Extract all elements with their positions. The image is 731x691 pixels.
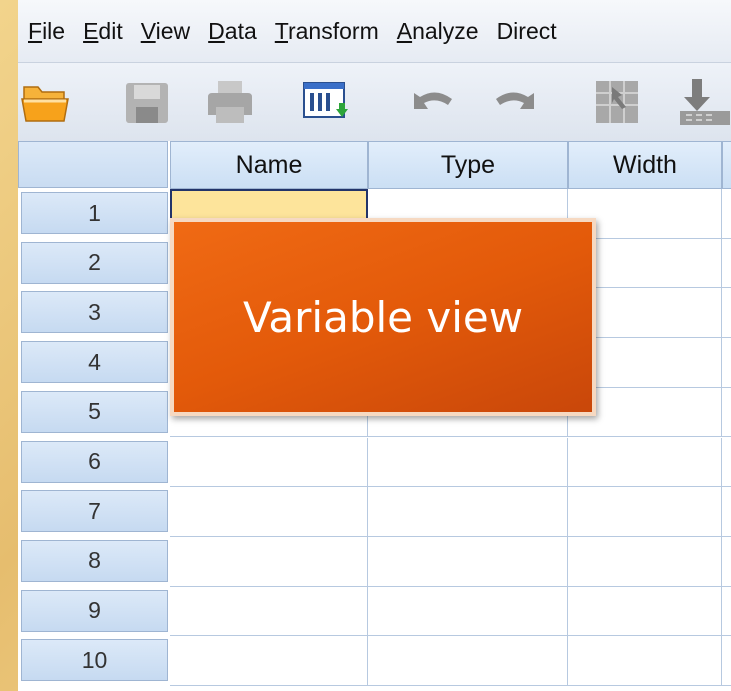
grid-cell[interactable] bbox=[170, 636, 368, 686]
grid-cell[interactable] bbox=[368, 487, 568, 537]
grid-cell[interactable] bbox=[722, 437, 731, 488]
row-header[interactable]: 5 bbox=[21, 390, 168, 433]
menu-data-label: ata bbox=[224, 17, 257, 44]
import-data-icon[interactable] bbox=[678, 77, 730, 127]
row-header[interactable]: 7 bbox=[21, 490, 168, 533]
menu-edit[interactable]: Edit bbox=[83, 18, 123, 45]
grid-cell[interactable] bbox=[722, 636, 731, 686]
print-icon[interactable] bbox=[204, 77, 256, 127]
menu-edit-label: dit bbox=[98, 17, 123, 44]
menu-file-mnemonic: F bbox=[28, 17, 43, 44]
grid-cell[interactable] bbox=[368, 536, 568, 587]
grid-cell[interactable] bbox=[170, 586, 368, 637]
redo-icon[interactable] bbox=[488, 77, 540, 127]
column-header-type[interactable]: Type bbox=[368, 141, 568, 189]
column-header-next[interactable] bbox=[722, 141, 731, 189]
menu-analyze-label: nalyze bbox=[412, 17, 479, 44]
grid-cell[interactable] bbox=[568, 487, 722, 537]
grid-cell[interactable] bbox=[568, 636, 722, 686]
table-row: 8 bbox=[18, 536, 731, 587]
grid-cell[interactable] bbox=[722, 586, 731, 637]
row-header[interactable]: 10 bbox=[21, 639, 168, 682]
row-header[interactable]: 8 bbox=[21, 539, 168, 582]
menu-view[interactable]: View bbox=[141, 18, 190, 45]
grid-cell[interactable] bbox=[368, 636, 568, 686]
menu-file[interactable]: File bbox=[28, 18, 65, 45]
grid-cell[interactable] bbox=[170, 487, 368, 537]
menu-view-mnemonic: V bbox=[140, 17, 156, 44]
grid-cell[interactable] bbox=[722, 238, 731, 289]
menu-data-mnemonic: D bbox=[208, 17, 225, 44]
grid-cell[interactable] bbox=[568, 437, 722, 488]
menu-file-label: ile bbox=[42, 17, 66, 44]
table-row: 6 bbox=[18, 437, 731, 488]
grid-cell[interactable] bbox=[722, 536, 731, 587]
table-row: 7 bbox=[18, 487, 731, 537]
goto-case-icon[interactable] bbox=[592, 77, 644, 127]
grid-cell[interactable] bbox=[170, 536, 368, 587]
open-folder-icon[interactable] bbox=[20, 77, 72, 127]
row-header[interactable]: 6 bbox=[21, 440, 168, 483]
table-row: 9 bbox=[18, 586, 731, 637]
column-header-width[interactable]: Width bbox=[568, 141, 722, 189]
save-icon[interactable] bbox=[122, 77, 172, 127]
table-row: 10 bbox=[18, 636, 731, 686]
menu-transform-mnemonic: T bbox=[274, 17, 288, 44]
grid-cell[interactable] bbox=[568, 586, 722, 637]
grid-corner[interactable] bbox=[18, 141, 168, 188]
grid-cell[interactable] bbox=[368, 437, 568, 488]
menu-transform-label: ransform bbox=[287, 17, 379, 44]
grid-cell[interactable] bbox=[568, 536, 722, 587]
variable-view-callout: Variable view bbox=[170, 218, 596, 416]
grid-cell[interactable] bbox=[722, 387, 731, 438]
dialog-recall-icon[interactable] bbox=[300, 77, 352, 127]
menu-view-label: iew bbox=[155, 17, 191, 44]
row-header[interactable]: 4 bbox=[21, 341, 168, 384]
row-header[interactable]: 2 bbox=[21, 241, 168, 284]
row-header[interactable]: 1 bbox=[21, 192, 168, 234]
menu-transform[interactable]: Transform bbox=[275, 18, 379, 45]
grid-cell[interactable] bbox=[368, 586, 568, 637]
grid-cell[interactable] bbox=[722, 487, 731, 537]
column-header-row: Name Type Width bbox=[18, 141, 731, 189]
menu-analyze-mnemonic: A bbox=[396, 17, 413, 44]
undo-icon[interactable] bbox=[408, 77, 460, 127]
grid-cell[interactable] bbox=[722, 288, 731, 339]
menu-analyze[interactable]: Analyze bbox=[397, 18, 479, 45]
grid-cell[interactable] bbox=[170, 437, 368, 488]
menu-direct-label: Direct bbox=[496, 17, 557, 44]
menu-bar: File Edit View Data Transform Analyze Di… bbox=[18, 0, 731, 62]
spss-window: File Edit View Data Transform Analyze Di… bbox=[18, 0, 731, 691]
grid-cell[interactable] bbox=[722, 189, 731, 239]
row-header[interactable]: 3 bbox=[21, 291, 168, 334]
toolbar bbox=[18, 62, 731, 142]
menu-edit-mnemonic: E bbox=[83, 17, 99, 44]
menu-data[interactable]: Data bbox=[208, 18, 257, 45]
variable-view-label: Variable view bbox=[242, 292, 524, 342]
column-header-name[interactable]: Name bbox=[170, 141, 368, 189]
row-header[interactable]: 9 bbox=[21, 589, 168, 632]
grid-cell[interactable] bbox=[722, 338, 731, 388]
menu-direct-marketing[interactable]: Direct bbox=[497, 18, 557, 45]
